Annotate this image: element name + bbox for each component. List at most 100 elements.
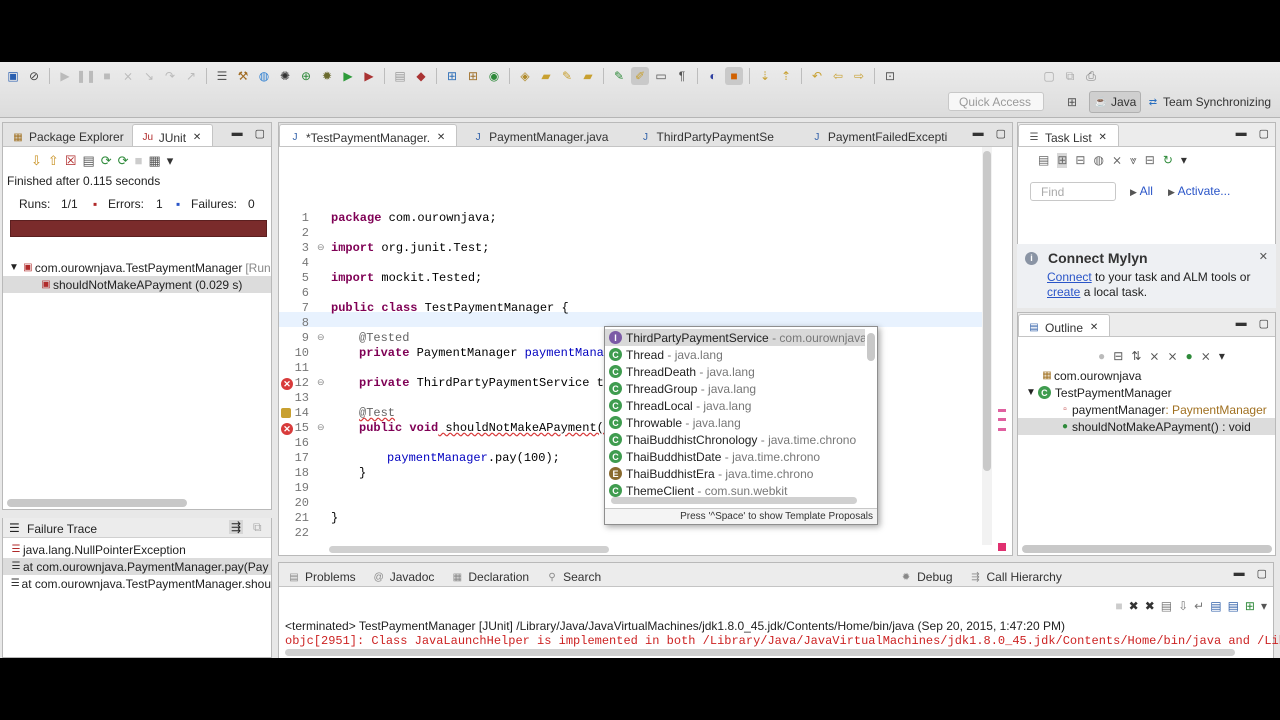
connect-link[interactable]: Connect: [1047, 270, 1092, 284]
popup-vscroll-thumb[interactable]: [867, 333, 875, 361]
disconnect-icon[interactable]: ⨯: [119, 67, 137, 85]
overview-error-marker[interactable]: [998, 418, 1006, 421]
compare-icon[interactable]: ⧉: [253, 520, 262, 535]
proposal-item[interactable]: E ThaiBuddhistEra - java.time.chrono: [605, 465, 865, 482]
outline-field[interactable]: ▫ paymentManager : PaymentManager: [1018, 401, 1275, 418]
maximize-icon[interactable]: ▢: [1259, 127, 1269, 140]
code-line-3[interactable]: import org.junit.Test;: [331, 241, 489, 255]
view-menu-icon[interactable]: ▾: [1181, 153, 1187, 168]
error-marker-icon[interactable]: ✕: [281, 378, 293, 390]
code-line-10[interactable]: private PaymentManager paymentManager;: [359, 346, 633, 360]
editor-vscrollbar[interactable]: [982, 147, 992, 545]
fold-icon[interactable]: ⊖: [317, 422, 325, 433]
external-tools-icon[interactable]: ▶: [360, 67, 378, 85]
build-icon[interactable]: ⚒: [234, 67, 252, 85]
rerun-failed-icon[interactable]: ⟳: [118, 153, 129, 169]
editor-hscrollbar[interactable]: [329, 546, 609, 553]
perspective-team-synchronizing[interactable]: ⇄ Team Synchronizing: [1142, 91, 1275, 113]
hide-non-public-icon[interactable]: ⨯: [1167, 349, 1177, 363]
left-hscrollbar[interactable]: [7, 499, 187, 507]
display-console-icon[interactable]: ▤: [1228, 599, 1239, 613]
code-line-5[interactable]: import mockit.Tested;: [331, 271, 482, 285]
warning-marker-icon[interactable]: [281, 408, 291, 418]
collapse-icon[interactable]: ⊟: [1145, 153, 1155, 168]
trace-row-1[interactable]: ☰ at com.ourownjava.PaymentManager.pay(P…: [3, 558, 271, 575]
scheduled-icon[interactable]: ⊟: [1075, 153, 1085, 168]
minimize-icon[interactable]: ▬: [1236, 127, 1247, 140]
last-edit-icon[interactable]: ↶: [808, 67, 826, 85]
code-line-7[interactable]: public class TestPaymentManager {: [331, 301, 569, 315]
tab-junit[interactable]: Ju JUnit ✕: [131, 124, 214, 146]
next-annotation-icon[interactable]: ⇣: [756, 67, 774, 85]
terminate-icon[interactable]: ■: [1115, 599, 1122, 613]
tab-payment-failed-exception[interactable]: J PaymentFailedExcepti: [802, 124, 955, 146]
popup-hscroll-thumb[interactable]: [611, 497, 857, 504]
save-icon[interactable]: ▢: [1040, 67, 1058, 85]
pencil-icon[interactable]: ✎: [558, 67, 576, 85]
tree-row-test-class[interactable]: ▼ ▣ com.ourownjava.TestPaymentManager [R…: [9, 259, 277, 276]
outline-class[interactable]: ▼ C TestPaymentManager: [1018, 384, 1275, 401]
new-task-icon[interactable]: ▤: [1038, 153, 1049, 168]
maximize-icon[interactable]: ▢: [1257, 567, 1267, 580]
rerun-icon[interactable]: ⟳: [101, 153, 112, 169]
new-enum-icon[interactable]: ◉: [485, 67, 503, 85]
new-package-icon[interactable]: ◆: [412, 67, 430, 85]
debug-icon[interactable]: ✹: [318, 67, 336, 85]
clear-console-icon[interactable]: ▤: [1161, 599, 1172, 613]
forward-icon[interactable]: ⇨: [850, 67, 868, 85]
close-icon[interactable]: ✕: [190, 131, 204, 145]
tab-third-party-payment-service[interactable]: J ThirdPartyPaymentSe: [630, 124, 781, 146]
tab-debug[interactable]: ✹ Debug: [891, 564, 960, 586]
hide-local-types-icon[interactable]: ●: [1186, 349, 1193, 363]
toggle-mark-occurrences-icon[interactable]: ✎: [610, 67, 628, 85]
tab-payment-manager[interactable]: J PaymentManager.java: [463, 124, 616, 146]
proposal-item[interactable]: C ThaiBuddhistDate - java.time.chrono: [605, 448, 865, 465]
overview-error-marker[interactable]: [998, 409, 1006, 412]
code-line-1[interactable]: package com.ourownjava;: [331, 211, 497, 225]
expand-icon[interactable]: ▼: [1026, 387, 1036, 398]
code-line-12[interactable]: private ThirdPartyPaymentService th: [359, 376, 614, 390]
outline-hscrollbar[interactable]: [1022, 545, 1272, 553]
proposal-item[interactable]: C Thread - java.lang: [605, 346, 865, 363]
trace-row-2[interactable]: ☰ at com.ourownjava.TestPaymentManager.s…: [3, 575, 271, 592]
new-wizard-icon[interactable]: ▣: [4, 67, 22, 85]
show-whitespace-icon[interactable]: ¶: [673, 67, 691, 85]
history-icon[interactable]: ▦: [148, 153, 160, 169]
tab-outline[interactable]: ▤ Outline ✕: [1018, 314, 1111, 336]
browser-icon[interactable]: ◍: [255, 67, 273, 85]
proposal-item[interactable]: C ThreadGroup - java.lang: [605, 380, 865, 397]
open-console-icon[interactable]: ⊞: [1245, 599, 1255, 613]
code-line-14[interactable]: @Test: [359, 406, 395, 420]
highlight-icon[interactable]: ✐: [631, 67, 649, 85]
overview-error-marker[interactable]: [998, 428, 1006, 431]
tab-package-explorer[interactable]: ▦ Package Explorer: [3, 124, 132, 146]
sync-icon[interactable]: ◍: [1093, 153, 1103, 168]
show-failures-only-icon[interactable]: ☒: [65, 153, 77, 169]
code-line-18[interactable]: }: [359, 466, 366, 480]
view-menu-icon[interactable]: ▾: [167, 153, 174, 169]
minimize-icon[interactable]: ▬: [973, 127, 984, 140]
save-all-icon[interactable]: ⧉: [1061, 67, 1079, 85]
step-into-icon[interactable]: ↘: [140, 67, 158, 85]
tab-call-hierarchy[interactable]: ⇶ Call Hierarchy: [961, 564, 1070, 586]
filter-icon[interactable]: ⩔: [1130, 153, 1137, 168]
proposal-item[interactable]: C ThreadLocal - java.lang: [605, 397, 865, 414]
perspective-java[interactable]: ☕ Java: [1089, 91, 1142, 113]
quick-access-input[interactable]: Quick Access: [948, 92, 1044, 111]
close-icon[interactable]: ✕: [1087, 321, 1101, 335]
code-line-17[interactable]: paymentManager.pay(100);: [387, 451, 560, 465]
sort-icon[interactable]: ⇅: [1131, 349, 1141, 363]
minimize-icon[interactable]: ▬: [232, 127, 243, 140]
skip-breakpoints-icon[interactable]: ⊘: [25, 67, 43, 85]
fold-icon[interactable]: ⊖: [317, 332, 325, 343]
link-editor-icon[interactable]: ⨯: [1201, 349, 1211, 363]
link-icon[interactable]: ↻: [1163, 153, 1173, 168]
remove-launch-icon[interactable]: ✖: [1129, 599, 1139, 613]
error-marker-icon[interactable]: ✕: [281, 423, 293, 435]
tab-test-payment-manager[interactable]: J *TestPaymentManager. ✕: [279, 124, 458, 146]
close-icon[interactable]: ✕: [434, 131, 448, 145]
create-link[interactable]: create: [1047, 285, 1080, 299]
open-perspective-icon[interactable]: ⊞: [1063, 93, 1081, 111]
code-line-21[interactable]: }: [331, 511, 338, 525]
minimize-icon[interactable]: ▬: [1234, 567, 1245, 580]
